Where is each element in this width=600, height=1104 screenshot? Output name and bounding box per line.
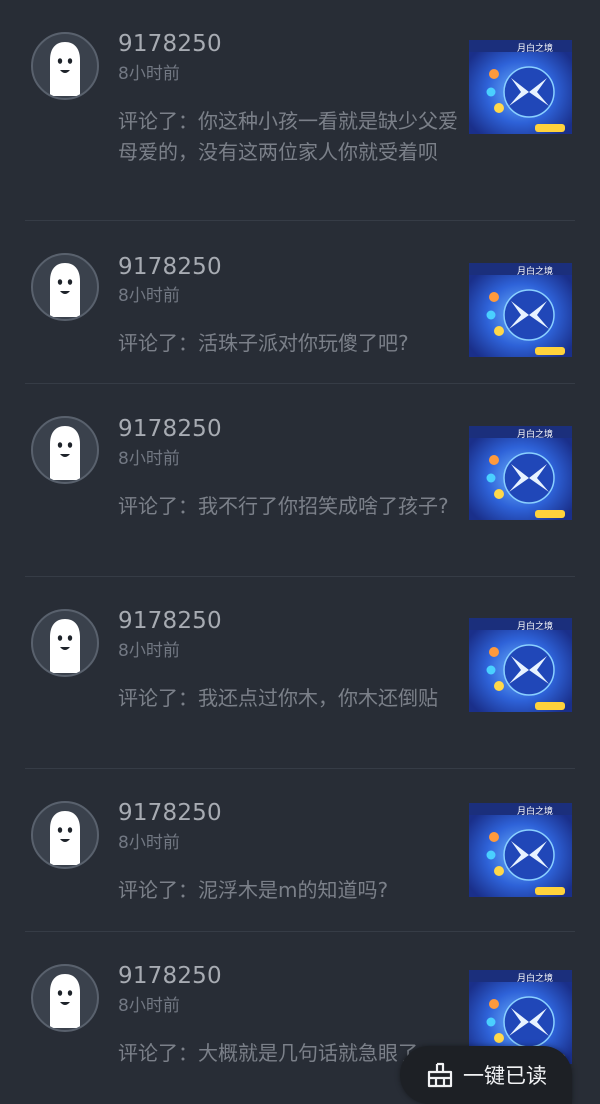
game-screenshot-icon: 月白之境 [469, 426, 572, 520]
comment-text: 评论了：泥浮木是m的知道吗? [118, 878, 389, 902]
post-thumbnail[interactable]: 月白之境 [469, 803, 572, 897]
svg-text:月白之境: 月白之境 [517, 265, 553, 277]
mark-all-read-label: 一键已读 [463, 1064, 547, 1088]
timestamp: 8小时前 [118, 449, 180, 469]
comment-text: 评论了：我不行了你招笑成啥了孩子? [118, 494, 449, 518]
avatar[interactable] [31, 32, 99, 100]
username[interactable]: 9178250 [118, 253, 222, 281]
notification-item[interactable]: 9178250 8小时前 评论了：我还点过你木，你木还倒贴 月白之境 [0, 577, 600, 769]
post-thumbnail[interactable]: 月白之境 [469, 618, 572, 712]
notification-item[interactable]: 9178250 8小时前 评论了：你这种小孩一看就是缺少父爱母爱的，没有这两位家… [0, 0, 600, 221]
avatar[interactable] [31, 416, 99, 484]
username[interactable]: 9178250 [118, 962, 222, 990]
notification-item[interactable]: 9178250 8小时前 评论了：活珠子派对你玩傻了吧? 月白之境 [0, 221, 600, 384]
post-thumbnail[interactable]: 月白之境 [469, 263, 572, 357]
comment-text: 评论了：你这种小孩一看就是缺少父爱母爱的，没有这两位家人你就受着呗 [118, 109, 458, 164]
username[interactable]: 9178250 [118, 799, 222, 827]
ghost-avatar-icon [50, 42, 80, 96]
svg-text:月白之境: 月白之境 [517, 805, 553, 817]
avatar[interactable] [31, 964, 99, 1032]
game-screenshot-icon: 月白之境 [469, 618, 572, 712]
game-screenshot-icon: 月白之境 [469, 803, 572, 897]
post-thumbnail[interactable]: 月白之境 [469, 40, 572, 134]
notification-item[interactable]: 9178250 8小时前 评论了：泥浮木是m的知道吗? 月白之境 [0, 769, 600, 932]
ghost-avatar-icon [50, 974, 80, 1028]
timestamp: 8小时前 [118, 64, 180, 84]
avatar[interactable] [31, 253, 99, 321]
svg-text:月白之境: 月白之境 [517, 428, 553, 440]
post-thumbnail[interactable]: 月白之境 [469, 426, 572, 520]
ghost-avatar-icon [50, 263, 80, 317]
timestamp: 8小时前 [118, 996, 180, 1016]
avatar[interactable] [31, 801, 99, 869]
comment-text: 评论了：活珠子派对你玩傻了吧? [118, 331, 409, 355]
ghost-avatar-icon [50, 426, 80, 480]
mark-all-read-button[interactable]: 一键已读 [400, 1046, 572, 1104]
svg-text:月白之境: 月白之境 [517, 620, 553, 632]
username[interactable]: 9178250 [118, 415, 222, 443]
broom-icon [427, 1062, 453, 1088]
timestamp: 8小时前 [118, 641, 180, 661]
username[interactable]: 9178250 [118, 30, 222, 58]
ghost-avatar-icon [50, 811, 80, 865]
game-screenshot-icon: 月白之境 [469, 40, 572, 134]
timestamp: 8小时前 [118, 833, 180, 853]
ghost-avatar-icon [50, 619, 80, 673]
username[interactable]: 9178250 [118, 607, 222, 635]
svg-text:月白之境: 月白之境 [517, 42, 553, 54]
svg-text:月白之境: 月白之境 [517, 972, 553, 984]
timestamp: 8小时前 [118, 286, 180, 306]
notification-item[interactable]: 9178250 8小时前 评论了：我不行了你招笑成啥了孩子? 月白之境 [0, 384, 600, 577]
game-screenshot-icon: 月白之境 [469, 263, 572, 357]
comment-text: 评论了：我还点过你木，你木还倒贴 [118, 686, 438, 710]
avatar[interactable] [31, 609, 99, 677]
